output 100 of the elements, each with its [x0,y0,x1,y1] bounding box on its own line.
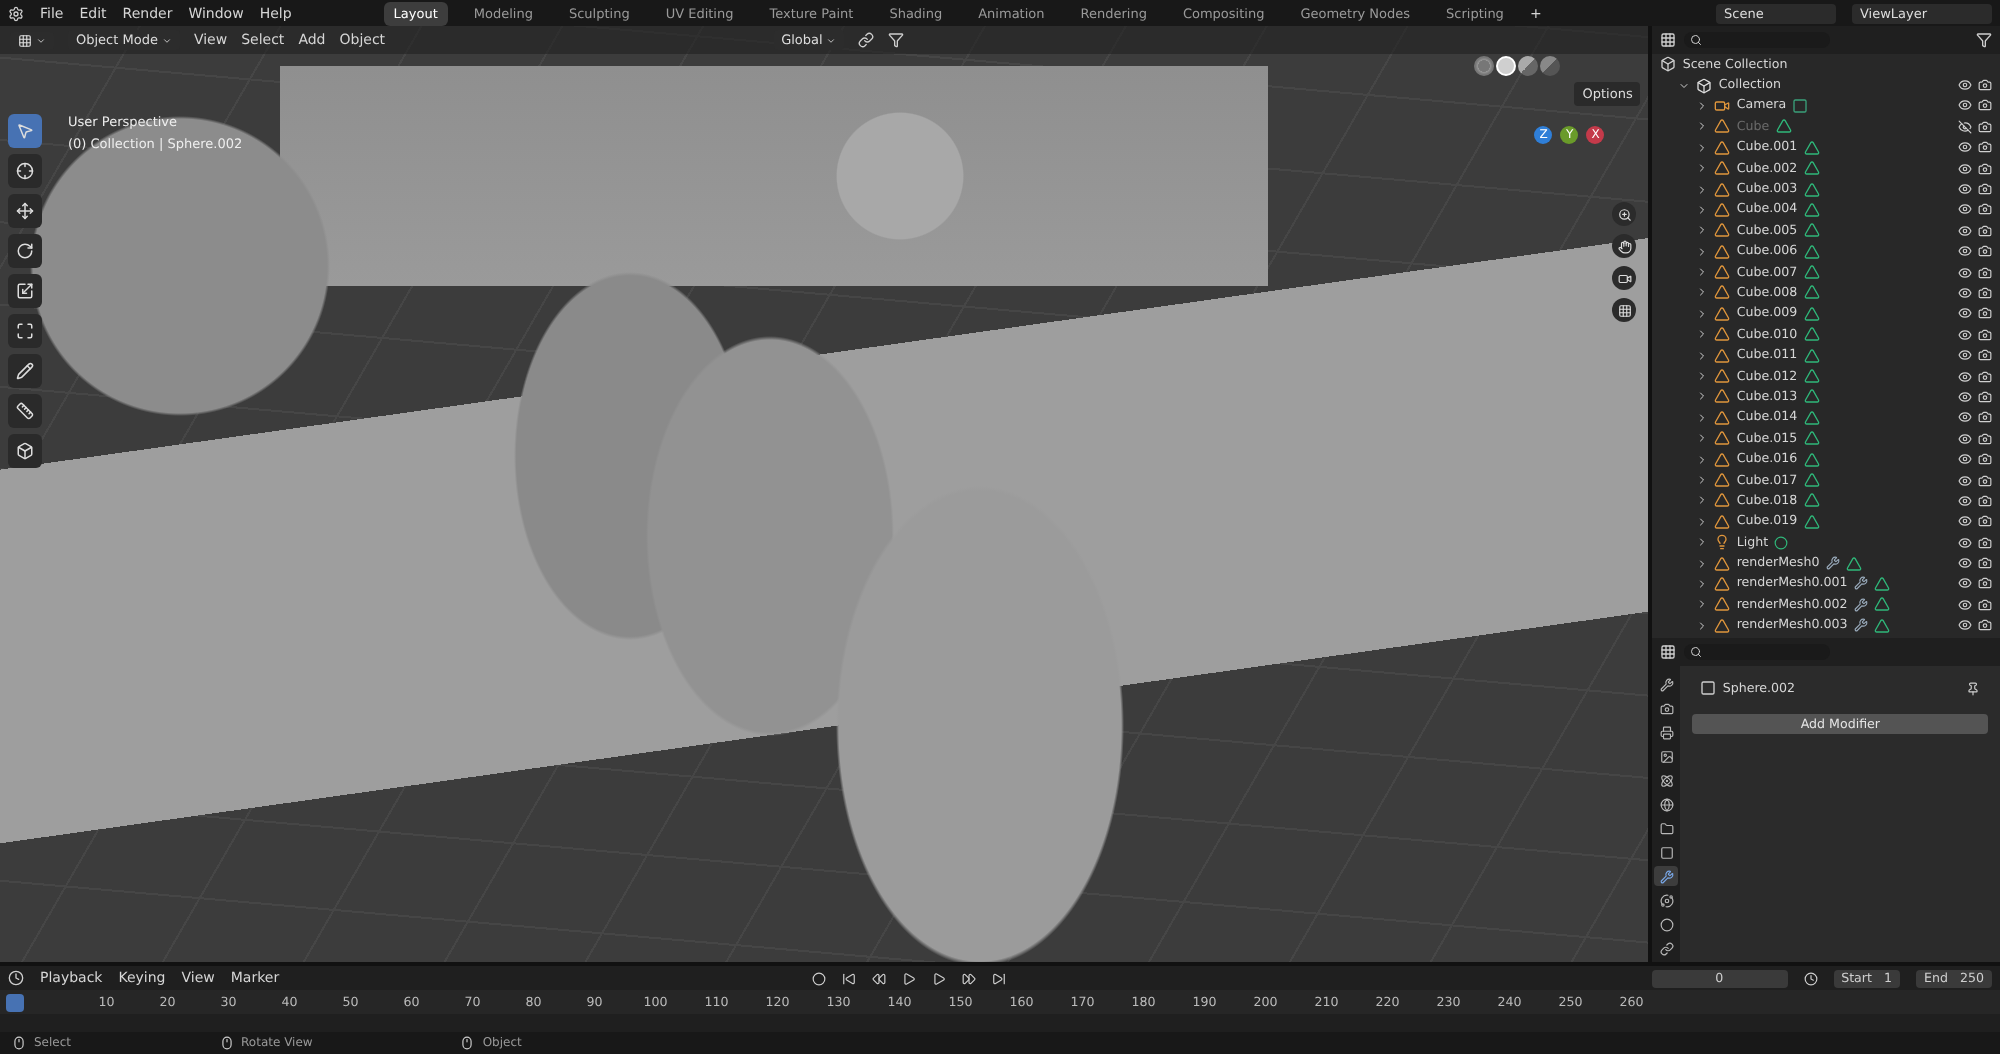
render-camera-icon [1978,431,1992,446]
snap-icon [858,32,875,48]
editor-type-icon [8,970,24,986]
ruler-icon [16,402,34,420]
rotate-icon [16,242,34,260]
eye-icon[interactable] [1958,182,1972,197]
editor-type-icon [1660,644,1677,660]
render-camera-icon [1978,493,1992,508]
eye-icon[interactable] [1958,576,1972,591]
eye-icon[interactable] [1958,265,1972,280]
transform-tool-button[interactable] [8,314,42,348]
eye-icon[interactable] [1958,410,1972,425]
caret-icon [826,35,837,45]
link-tab[interactable] [1654,938,1679,958]
eye-icon[interactable] [1958,431,1972,446]
pencil-tool-button[interactable] [8,354,42,388]
camera-view-button[interactable] [1612,266,1637,290]
eye-icon[interactable] [1958,348,1972,363]
move-tool-button[interactable] [8,194,42,228]
eye-icon[interactable] [1958,98,1972,113]
render-camera-icon [1978,348,1992,363]
scene-collection-icon [1660,56,1677,73]
search-field[interactable] [1684,32,1831,48]
pointer-tool-button[interactable] [8,114,42,148]
eye-icon[interactable] [1958,223,1972,238]
eye-icon[interactable] [1958,556,1972,571]
render-camera-icon [1978,202,1992,217]
shading-mode-button[interactable] [1496,56,1517,76]
render-camera-icon [1978,389,1992,404]
render-camera-icon [1978,244,1992,259]
eye-icon[interactable] [1958,285,1972,300]
pan-button[interactable] [1612,234,1637,258]
play-icon [931,971,946,985]
zoom-icon [1617,207,1632,221]
folder-icon [1659,821,1674,835]
render-camera-icon [1978,223,1992,238]
clock-icon [1803,971,1818,985]
render-camera-icon [1978,410,1992,425]
camera-icon [1617,271,1632,285]
zoom-button[interactable] [1612,202,1637,226]
crosshair-tool-button[interactable] [8,154,42,188]
search-icon [1690,646,1703,658]
tool-icon [1659,677,1674,691]
lightbulb-icon [1714,534,1731,551]
wrench-tab[interactable] [1654,866,1679,886]
image-icon [1659,749,1674,763]
render-camera-icon [1978,369,1992,384]
shading-mode-button[interactable] [1518,56,1539,76]
scale-icon [16,282,34,300]
render-camera-icon [1978,452,1992,467]
eye-icon[interactable] [1958,493,1972,508]
printer-icon [1659,725,1674,739]
app-logo-icon [8,5,24,21]
eye-icon[interactable] [1958,78,1972,93]
eye-icon[interactable] [1958,535,1972,550]
eye-icon[interactable] [1958,473,1972,487]
jump-start-icon [841,971,856,985]
particles-tab[interactable] [1654,890,1679,910]
pointer-icon [16,122,34,140]
render-camera-icon [1978,265,1992,280]
render-camera-icon [1978,285,1992,300]
crosshair-icon [16,162,34,180]
eye-icon[interactable] [1958,369,1972,384]
ruler-tool-button[interactable] [8,394,42,428]
eye-icon[interactable] [1958,618,1972,633]
eye-icon[interactable] [1958,140,1972,155]
particles-icon [1659,893,1674,907]
playhead-marker[interactable] [6,993,24,1011]
mouse-icon [219,1036,234,1050]
search-icon [1690,34,1703,46]
eye-icon[interactable] [1958,161,1972,176]
eye-icon[interactable] [1958,244,1972,259]
record-icon [811,971,826,985]
play-reverse-icon [901,971,916,985]
rotate-tool-button[interactable] [8,234,42,268]
proportional-icon [888,32,905,48]
render-camera-icon [1978,327,1992,342]
grid-icon [18,33,32,47]
eye-icon[interactable] [1958,452,1972,467]
camera-icon [1659,701,1674,715]
mouse-icon [12,1036,26,1050]
search-field[interactable] [1684,644,1831,660]
eye-icon[interactable] [1958,597,1972,612]
scale-tool-button[interactable] [8,274,42,308]
eye-closed-icon[interactable] [1958,119,1972,134]
hand-icon [1617,239,1632,253]
scene-icon [1659,773,1674,787]
filter-icon [1976,32,1992,48]
eye-icon[interactable] [1958,202,1972,217]
cube-icon [16,442,34,460]
eye-icon[interactable] [1958,306,1972,321]
collection-icon [1696,77,1713,94]
next-keyframe-icon [961,971,976,985]
eye-icon[interactable] [1958,327,1972,342]
cube-tool-button[interactable] [8,434,42,468]
render-camera-icon [1978,514,1992,529]
eye-icon[interactable] [1958,389,1972,404]
eye-icon[interactable] [1958,514,1972,529]
grid-view-button[interactable] [1612,298,1637,322]
render-camera-icon [1978,182,1992,197]
